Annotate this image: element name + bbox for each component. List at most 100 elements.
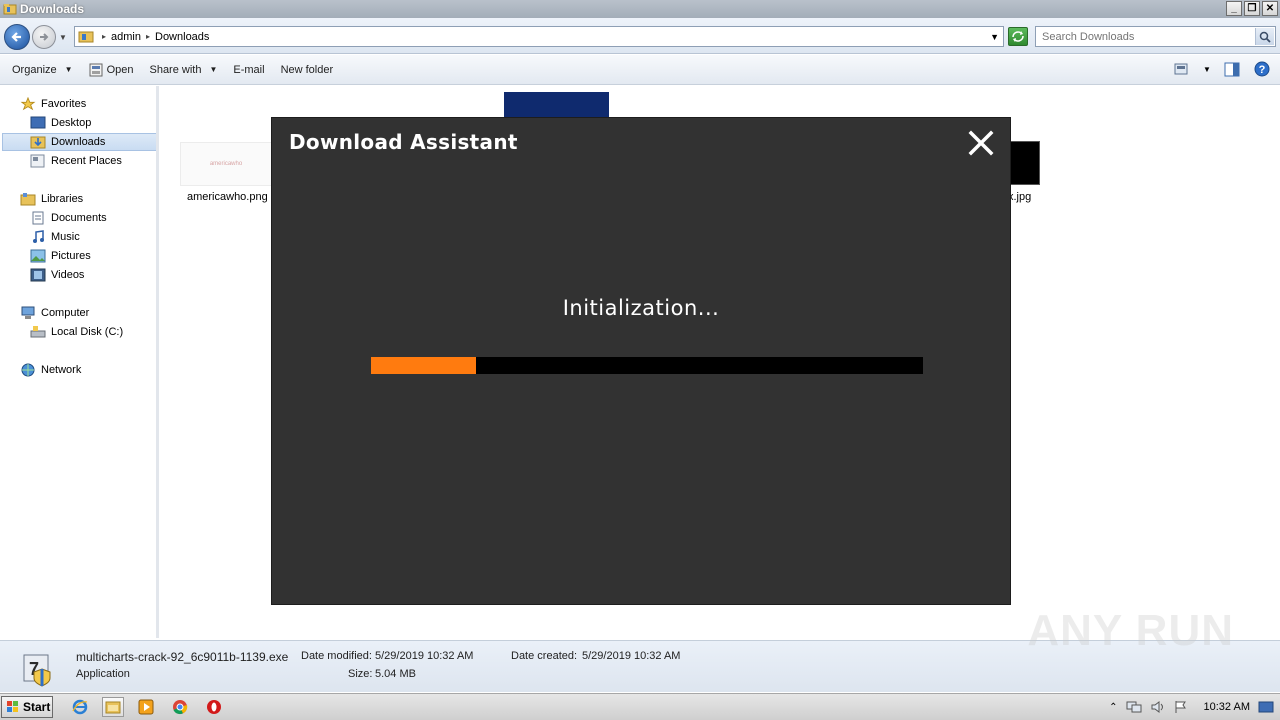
- nav-videos[interactable]: Videos: [30, 266, 84, 284]
- folder-icon: [3, 4, 17, 15]
- start-label: Start: [23, 700, 51, 714]
- documents-icon: [32, 211, 44, 225]
- refresh-button[interactable]: [1008, 27, 1028, 46]
- recent-places-icon: [30, 154, 45, 168]
- taskbar-ie[interactable]: [69, 697, 91, 717]
- media-player-icon: [138, 699, 154, 715]
- opera-icon: [207, 700, 221, 714]
- search-icon[interactable]: [1255, 28, 1274, 45]
- forward-button[interactable]: [32, 25, 56, 49]
- file-name[interactable]: americawho.png: [187, 191, 268, 203]
- action-center-flag-icon[interactable]: [1174, 700, 1188, 714]
- progress-bar: [371, 357, 923, 374]
- taskbar-explorer[interactable]: [102, 697, 124, 717]
- breadcrumb-admin[interactable]: admin: [111, 31, 141, 43]
- thumbnail-text: americawho: [209, 161, 243, 167]
- breadcrumb-downloads[interactable]: Downloads: [155, 31, 209, 43]
- nav-music[interactable]: Music: [30, 228, 80, 246]
- folder-icon: [78, 31, 94, 43]
- breadcrumb-arrow[interactable]: ▸: [146, 32, 150, 41]
- preview-pane-button[interactable]: [1222, 59, 1242, 79]
- videos-icon: [30, 268, 46, 282]
- star-icon: [20, 97, 36, 111]
- help-icon: ?: [1254, 61, 1270, 77]
- change-view-button[interactable]: [1172, 59, 1192, 79]
- share-with-button[interactable]: Share with ▼: [141, 59, 225, 81]
- close-icon[interactable]: [968, 130, 994, 156]
- taskbar-opera[interactable]: [203, 697, 225, 717]
- nav-videos-label: Videos: [51, 269, 85, 281]
- clock[interactable]: 10:32 AM: [1204, 701, 1250, 713]
- pictures-icon: [30, 249, 46, 263]
- details-type: Application: [76, 668, 130, 680]
- nav-desktop[interactable]: Desktop: [30, 114, 91, 132]
- new-folder-label: New folder: [280, 63, 334, 76]
- disk-icon: [30, 326, 46, 338]
- close-button[interactable]: ✕: [1262, 1, 1278, 16]
- nav-documents-label: Documents: [51, 212, 107, 224]
- system-tray: ⌃ 10:32 AM: [1109, 694, 1280, 720]
- show-desktop-icon[interactable]: [1258, 700, 1274, 714]
- recent-pages-dropdown[interactable]: ▼: [59, 33, 67, 42]
- restore-button[interactable]: ❐: [1244, 1, 1260, 16]
- details-filename: multicharts-crack-92_6c9011b-1139.exe: [76, 650, 289, 664]
- nav-computer-label: Computer: [41, 307, 90, 319]
- computer-icon: [21, 306, 35, 319]
- nav-favorites-label: Favorites: [41, 98, 87, 110]
- back-button[interactable]: [4, 24, 30, 50]
- nav-libraries[interactable]: Libraries: [20, 190, 83, 208]
- view-options-dropdown[interactable]: ▼: [1202, 59, 1212, 79]
- minimize-button[interactable]: _: [1226, 1, 1242, 16]
- taskbar-chrome[interactable]: [169, 697, 191, 717]
- start-button[interactable]: Start: [1, 696, 53, 718]
- breadcrumb-arrow[interactable]: ▸: [102, 32, 106, 41]
- address-dropdown[interactable]: ▼: [990, 32, 999, 42]
- nav-downloads-label: Downloads: [51, 136, 106, 148]
- nav-network[interactable]: Network: [20, 361, 81, 379]
- windows-logo-icon: [7, 701, 18, 712]
- file-thumbnail[interactable]: americawho: [180, 142, 272, 186]
- back-arrow-icon: [11, 32, 21, 42]
- chevron-down-icon: ▼: [209, 65, 218, 74]
- nav-computer[interactable]: Computer: [20, 304, 89, 322]
- details-date-created: 5/29/2019 10:32 AM: [582, 650, 681, 662]
- search-input[interactable]: [1036, 27, 1246, 46]
- nav-libraries-label: Libraries: [41, 193, 84, 205]
- nav-local-disk-label: Local Disk (C:): [51, 326, 124, 338]
- details-size-label: Size:: [348, 668, 373, 680]
- nav-local-disk[interactable]: Local Disk (C:): [30, 323, 123, 341]
- open-button[interactable]: Open: [81, 59, 142, 81]
- email-button[interactable]: E-mail: [225, 59, 272, 81]
- progress-bar-fill: [371, 357, 476, 374]
- file-name[interactable]: x.jpg: [1008, 191, 1031, 203]
- details-date-modified: 5/29/2019 10:32 AM: [375, 650, 474, 662]
- help-button[interactable]: ?: [1252, 59, 1272, 79]
- search-box[interactable]: [1035, 26, 1276, 47]
- application-icon: 7: [23, 654, 51, 687]
- new-folder-button[interactable]: New folder: [273, 59, 342, 81]
- taskbar: Start ⌃ 10:32 AM: [0, 693, 1280, 720]
- nav-pictures[interactable]: Pictures: [30, 247, 91, 265]
- email-label: E-mail: [233, 63, 265, 76]
- command-bar: Organize ▼ Open Share with ▼ E-mail New …: [0, 55, 1280, 85]
- nav-pictures-label: Pictures: [51, 250, 91, 262]
- nav-documents[interactable]: Documents: [30, 209, 107, 227]
- libraries-icon: [20, 193, 36, 206]
- navigation-pane[interactable]: Favorites Desktop Downloads Recent Place…: [0, 86, 159, 638]
- nav-favorites[interactable]: Favorites: [20, 95, 86, 113]
- taskbar-media-player[interactable]: [135, 697, 157, 717]
- address-bar[interactable]: ▸ admin ▸ Downloads ▼: [74, 26, 1004, 47]
- pane-splitter[interactable]: [156, 86, 159, 638]
- window-title-bar[interactable]: Downloads _ ❐ ✕: [0, 0, 1280, 18]
- chevron-down-icon: ▼: [64, 65, 73, 74]
- nav-recent-places-label: Recent Places: [51, 155, 122, 167]
- download-assistant-dialog: Download Assistant Initialization...: [271, 117, 1011, 605]
- volume-icon[interactable]: [1150, 700, 1166, 714]
- organize-button[interactable]: Organize ▼: [0, 59, 81, 81]
- network-tray-icon[interactable]: [1126, 700, 1142, 714]
- window-title: Downloads: [20, 2, 85, 16]
- show-hidden-icons[interactable]: ⌃: [1109, 702, 1117, 713]
- nav-recent-places[interactable]: Recent Places: [30, 152, 122, 170]
- nav-downloads[interactable]: Downloads: [2, 133, 157, 151]
- folder-icon: [105, 701, 121, 714]
